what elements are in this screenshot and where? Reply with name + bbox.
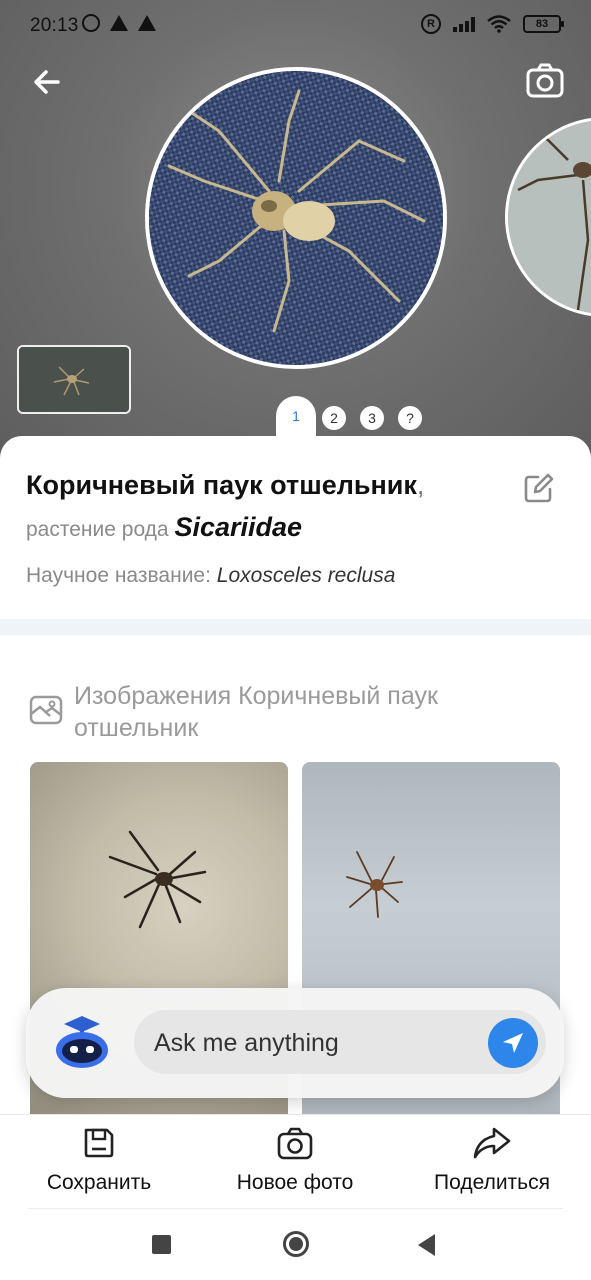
recents-button[interactable] [152, 1235, 171, 1254]
camera-icon [277, 1127, 313, 1160]
send-icon [503, 1033, 523, 1053]
system-back-button[interactable] [418, 1234, 435, 1256]
gallery-icon [29, 695, 63, 725]
species-title: Коричневый паук отшельник, [26, 470, 425, 500]
ask-input[interactable]: Ask me anything [134, 1010, 546, 1074]
toolbar-divider [28, 1208, 563, 1209]
edit-icon[interactable] [522, 473, 554, 505]
signal-icon [453, 16, 475, 32]
scientific-name-line: Научное название: Loxosceles reclusa [26, 564, 396, 587]
camera-icon[interactable] [524, 60, 566, 102]
pager-dot[interactable]: ? [398, 406, 422, 430]
images-section-title: Изображения Коричневый паук отшельник [74, 682, 438, 742]
share-button[interactable]: Поделиться [424, 1125, 560, 1195]
bottom-toolbar: Сохранить Новое фото Поделиться [0, 1114, 591, 1212]
warning-icon [110, 15, 128, 31]
save-icon [84, 1128, 114, 1158]
share-icon [473, 1127, 511, 1159]
genus-name[interactable]: Sicariidae [174, 512, 302, 542]
genus-line: растение рода Sicariidae [26, 512, 303, 542]
ask-placeholder: Ask me anything [154, 1029, 339, 1057]
photo-pager: 1 2 3 ? [276, 396, 422, 440]
pager-tab-active[interactable]: 1 [276, 396, 316, 440]
new-photo-button[interactable]: Новое фото [228, 1125, 362, 1195]
pager-dot[interactable]: 3 [360, 406, 384, 430]
status-time: 20:13 [30, 15, 79, 36]
pager-dot[interactable]: 2 [322, 406, 346, 430]
registered-icon: R [421, 14, 441, 34]
species-card: Коричневый паук отшельник, растение рода… [0, 436, 591, 621]
bot-avatar-icon[interactable] [52, 1012, 112, 1072]
warning-icon [138, 15, 156, 31]
assistant-bar: Ask me anything [26, 988, 564, 1098]
share-label: Поделиться [434, 1171, 550, 1194]
next-specimen-photo[interactable] [505, 117, 591, 317]
save-label: Сохранить [46, 1171, 152, 1194]
battery-icon: 83 [523, 15, 564, 33]
section-divider [0, 619, 591, 635]
system-nav-bar [0, 1212, 591, 1280]
save-button[interactable]: Сохранить [38, 1125, 160, 1195]
new-photo-label: Новое фото [236, 1171, 354, 1194]
common-name: Коричневый паук отшельник [26, 470, 417, 500]
send-button[interactable] [488, 1018, 538, 1068]
wifi-icon [487, 15, 511, 33]
main-specimen-photo[interactable] [145, 67, 447, 369]
status-bar: 20:13 R 83 [0, 0, 591, 52]
spider-photo [149, 71, 443, 365]
back-arrow-icon[interactable] [28, 62, 68, 102]
alarm-icon [82, 14, 100, 32]
scientific-name: Loxosceles reclusa [216, 564, 396, 587]
home-button[interactable] [283, 1231, 309, 1257]
photo-thumbnail[interactable] [17, 345, 131, 414]
photo-header: 20:13 R 83 1 2 3 ? [0, 0, 591, 470]
